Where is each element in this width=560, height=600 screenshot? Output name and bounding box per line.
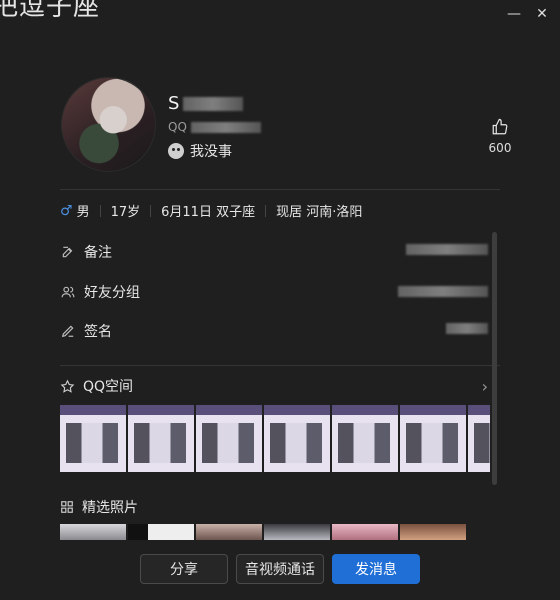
chevron-right-icon: › bbox=[481, 376, 488, 396]
qzone-thumbnail[interactable] bbox=[60, 405, 126, 472]
close-button[interactable]: ✕ bbox=[530, 4, 554, 24]
grid-icon bbox=[61, 501, 73, 513]
remark-value-blurred bbox=[406, 244, 488, 255]
pen-icon bbox=[60, 323, 76, 339]
qzone-thumbnail[interactable] bbox=[332, 405, 398, 472]
avatar[interactable] bbox=[61, 77, 156, 172]
qq-label: QQ bbox=[168, 120, 187, 134]
qq-number-blurred bbox=[190, 121, 261, 133]
qzone-thumbnail[interactable] bbox=[128, 405, 194, 472]
star-icon bbox=[60, 379, 75, 393]
qq-number: QQ bbox=[168, 120, 261, 134]
photo-thumbnail[interactable] bbox=[196, 524, 262, 540]
group-icon bbox=[60, 284, 76, 300]
photo-thumbnail[interactable] bbox=[332, 524, 398, 540]
like-button[interactable]: 600 bbox=[485, 118, 515, 155]
photos-header[interactable]: 精选照片 bbox=[60, 497, 138, 517]
photo-thumbnail[interactable] bbox=[60, 524, 126, 540]
info-separator bbox=[150, 204, 152, 217]
info-separator bbox=[99, 204, 101, 217]
friend-group-value-blurred bbox=[398, 286, 488, 297]
nickname: S bbox=[168, 93, 180, 114]
window-title: 把逗子座 bbox=[0, 0, 101, 22]
photo-thumbnail[interactable] bbox=[128, 524, 194, 540]
qzone-thumbnails bbox=[60, 405, 490, 472]
basic-info: ♂ 男 17岁 6月11日 双子座 现居 河南·洛阳 bbox=[60, 201, 363, 221]
field-label: 签名 bbox=[84, 324, 112, 340]
birthday: 6月11日 双子座 bbox=[161, 205, 256, 220]
like-count: 600 bbox=[488, 141, 512, 155]
qzone-thumbnail[interactable] bbox=[196, 405, 262, 472]
field-label: 备注 bbox=[84, 245, 112, 261]
gender: 男 bbox=[76, 205, 90, 220]
qzone-thumbnail[interactable] bbox=[400, 405, 466, 472]
minimize-button[interactable]: — bbox=[502, 4, 526, 24]
field-label: 好友分组 bbox=[84, 285, 140, 301]
location: 现居 河南·洛阳 bbox=[276, 205, 363, 220]
video-call-button[interactable]: 音视频通话 bbox=[236, 554, 324, 584]
age: 17岁 bbox=[110, 205, 141, 220]
field-friend-group[interactable]: 好友分组 bbox=[60, 282, 140, 302]
info-separator bbox=[265, 204, 267, 217]
send-message-button[interactable]: 发消息 bbox=[332, 554, 420, 584]
male-icon: ♂ bbox=[60, 202, 73, 219]
profile-name: S bbox=[168, 93, 244, 114]
field-remark[interactable]: 备注 bbox=[60, 242, 112, 262]
photo-thumbnail[interactable] bbox=[264, 524, 330, 540]
thumbs-up-icon bbox=[492, 118, 508, 135]
qzone-thumbnail[interactable] bbox=[264, 405, 330, 472]
nickname-blurred bbox=[183, 96, 244, 111]
divider bbox=[60, 365, 500, 366]
photos-title: 精选照片 bbox=[82, 500, 138, 516]
featured-photos bbox=[60, 524, 468, 540]
qzone-thumbnail[interactable] bbox=[468, 405, 490, 472]
signature-value-blurred bbox=[446, 323, 488, 334]
share-button[interactable]: 分享 bbox=[140, 554, 228, 584]
divider bbox=[60, 189, 500, 190]
scrollbar[interactable] bbox=[492, 232, 497, 485]
field-signature[interactable]: 签名 bbox=[60, 321, 112, 341]
qzone-header[interactable]: QQ空间 › bbox=[60, 376, 488, 396]
qzone-title: QQ空间 bbox=[83, 379, 134, 395]
edit-icon bbox=[60, 244, 76, 260]
photo-thumbnail[interactable] bbox=[400, 524, 466, 540]
status-emoji-icon bbox=[168, 143, 184, 159]
status-text: 我没事 bbox=[190, 144, 232, 160]
status[interactable]: 我没事 bbox=[168, 141, 232, 161]
